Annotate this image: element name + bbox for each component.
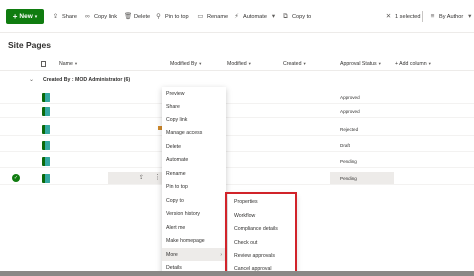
approval-status: Rejected <box>340 127 359 132</box>
document-icon <box>41 61 46 67</box>
page-icon <box>42 125 50 134</box>
link-icon: ∞ <box>85 12 90 20</box>
pin-to-top-button[interactable]: ⚲ Pin to top <box>155 12 189 22</box>
more-icon[interactable]: ⋮ <box>154 173 161 181</box>
chevron-down-icon: ▾ <box>428 61 431 66</box>
group-header[interactable]: ⌄ Created By : MOD Administrator (6) <box>0 73 474 87</box>
trash-icon: 🗑 <box>124 12 133 20</box>
view-switcher[interactable]: ≡ By Author ▾ <box>429 12 473 22</box>
pin-icon: ⚲ <box>156 12 161 20</box>
menu-item-share[interactable]: Share <box>166 104 180 110</box>
delete-button[interactable]: 🗑 Delete <box>124 12 150 22</box>
column-header-modified-by[interactable]: Modified By ▾ <box>170 61 201 67</box>
approval-status: Pending <box>340 159 357 164</box>
page-icon <box>42 107 50 116</box>
menu-item-rename[interactable]: Rename <box>166 171 186 177</box>
table-row[interactable]: ✓ ⇪ ⋮ Pending <box>0 172 474 185</box>
column-header-name[interactable]: Name ▾ <box>59 61 77 67</box>
table-row[interactable]: Pending <box>0 155 474 168</box>
chevron-down-icon: ▾ <box>271 12 276 20</box>
page-title: Site Pages <box>8 40 51 50</box>
column-header-modified[interactable]: Modified ▾ <box>227 61 251 67</box>
menu-item-make-homepage[interactable]: Make homepage <box>166 238 205 244</box>
share-icon: ⇪ <box>52 12 59 20</box>
chevron-down-icon: ▾ <box>199 61 202 66</box>
automate-button[interactable]: ⚡ Automate ▾ <box>233 12 277 22</box>
plus-icon: + <box>12 11 18 21</box>
copy-to-button[interactable]: ⧉ Copy to <box>282 12 311 22</box>
rename-icon: ▭ <box>197 12 204 20</box>
menu-item-preview[interactable]: Preview <box>166 91 184 97</box>
menu-item-version-history[interactable]: Version history <box>166 211 200 217</box>
selection-count[interactable]: ✕ 1 selected <box>385 12 421 22</box>
chevron-down-icon: ▾ <box>248 61 251 66</box>
divider <box>422 11 423 22</box>
approval-status: Approved <box>340 109 360 114</box>
column-header-created[interactable]: Created ▾ <box>283 61 306 67</box>
context-menu: Preview Share Copy link Manage access De… <box>162 87 226 276</box>
menu-item-copy-link[interactable]: Copy link <box>166 117 187 123</box>
chevron-down-icon: ▾ <box>468 12 472 20</box>
table-row[interactable]: Draft <box>0 139 474 152</box>
horizontal-scrollbar[interactable] <box>0 271 474 276</box>
menu-item-manage-access[interactable]: Manage access <box>166 130 202 136</box>
approval-status: Pending <box>340 176 357 181</box>
rename-button[interactable]: ▭ Rename <box>197 12 228 22</box>
grid-header: Name ▾ Modified By ▾ Modified ▾ Created … <box>0 57 474 71</box>
filter-icon: ≡ <box>430 12 435 20</box>
page-icon <box>42 174 50 183</box>
column-header-approval-status[interactable]: Approval Status ▾ <box>340 61 381 67</box>
chevron-down-icon[interactable]: ⌄ <box>29 76 34 83</box>
page-icon <box>42 141 50 150</box>
menu-item-automate[interactable]: Automate <box>166 157 188 163</box>
table-row[interactable]: Approved <box>0 91 474 104</box>
page-icon <box>42 157 50 166</box>
copy-link-button[interactable]: ∞ Copy link <box>84 12 117 22</box>
chevron-right-icon: › <box>220 252 222 258</box>
add-column-button[interactable]: + Add column ▾ <box>395 61 431 67</box>
menu-item-more-row[interactable]: More › <box>162 248 226 261</box>
new-button[interactable]: + New ▾ <box>6 9 44 24</box>
highlight-box <box>225 192 297 276</box>
share-icon[interactable]: ⇪ <box>139 174 144 181</box>
menu-item-more[interactable]: More <box>166 252 178 258</box>
menu-item-copy-to[interactable]: Copy to <box>166 198 184 204</box>
command-bar: + New ▾ ⇪ Share ∞ Copy link 🗑 Delete ⚲ P… <box>0 0 474 33</box>
chevron-down-icon: ▾ <box>74 61 78 66</box>
menu-item-pin-to-top[interactable]: Pin to top <box>166 184 188 190</box>
table-row[interactable]: Rejected <box>0 123 474 136</box>
page-icon <box>42 93 50 102</box>
share-button[interactable]: ⇪ Share <box>52 12 77 22</box>
approval-status: Draft <box>340 143 350 148</box>
menu-item-delete[interactable]: Delete <box>166 144 181 150</box>
chevron-down-icon: ▾ <box>378 61 381 66</box>
checkmark-icon[interactable]: ✓ <box>12 174 20 182</box>
approval-status: Approved <box>340 95 360 100</box>
table-row[interactable]: Approved <box>0 105 474 118</box>
copy-icon: ⧉ <box>283 12 288 20</box>
chevron-down-icon: ▾ <box>303 61 306 66</box>
file-type-column-header[interactable] <box>41 61 46 67</box>
chevron-down-icon: ▾ <box>34 13 38 20</box>
automate-icon: ⚡ <box>234 12 239 20</box>
menu-item-alert-me[interactable]: Alert me <box>166 225 185 231</box>
close-icon: ✕ <box>385 12 392 20</box>
